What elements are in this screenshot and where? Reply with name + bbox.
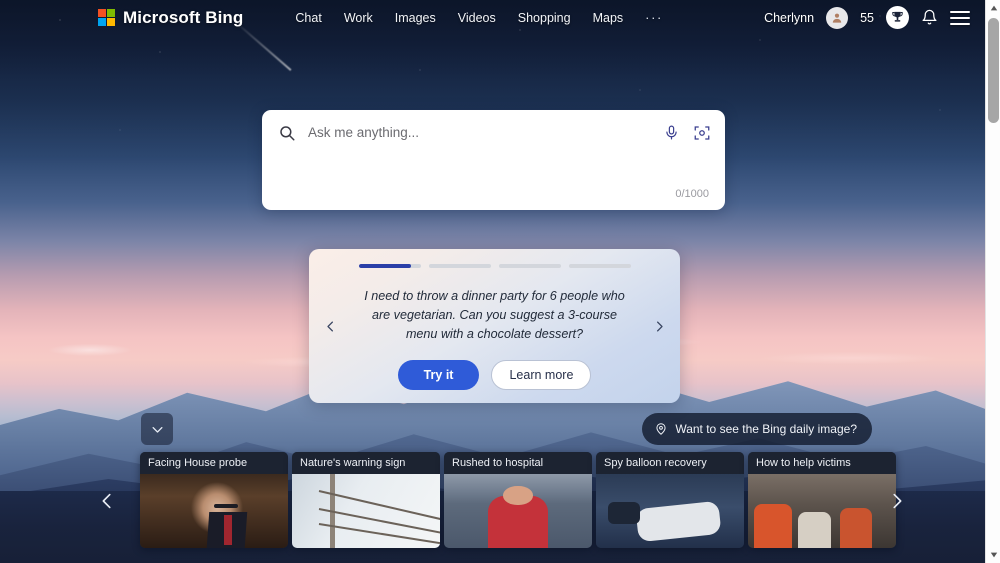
news-card-image: [444, 474, 592, 548]
nav-item-videos[interactable]: Videos: [458, 11, 496, 25]
news-card[interactable]: Facing House probe: [140, 452, 288, 548]
news-card-title: Facing House probe: [140, 452, 288, 474]
news-card-image: [292, 474, 440, 548]
main-nav: Chat Work Images Videos Shopping Maps ··…: [295, 10, 663, 25]
chevron-left-icon: [326, 321, 333, 331]
search-input[interactable]: [308, 125, 663, 140]
news-card[interactable]: Nature's warning sign: [292, 452, 440, 548]
progress-segment-4[interactable]: [568, 264, 631, 268]
microphone-icon: [666, 125, 677, 140]
news-card[interactable]: Spy balloon recovery: [596, 452, 744, 548]
search-box[interactable]: 0/1000: [262, 110, 725, 210]
avatar[interactable]: [826, 6, 849, 29]
person-icon: [832, 13, 842, 23]
news-card[interactable]: How to help victims: [748, 452, 896, 548]
search-icon: [280, 125, 295, 140]
news-card-image: [748, 474, 896, 548]
site-header: Microsoft Bing Chat Work Images Videos S…: [0, 0, 985, 35]
suggestion-card: I need to throw a dinner party for 6 peo…: [309, 249, 680, 403]
logo-text: Microsoft Bing: [123, 7, 244, 27]
news-card-image: [140, 474, 288, 548]
chevron-left-icon: [102, 493, 111, 509]
menu-button[interactable]: [950, 10, 970, 25]
suggestion-prompt-text: I need to throw a dinner party for 6 peo…: [364, 288, 625, 341]
location-pin-icon: [656, 423, 666, 435]
microsoft-logo-icon: [98, 9, 115, 26]
learn-more-button[interactable]: Learn more: [491, 359, 592, 390]
nav-item-work[interactable]: Work: [344, 11, 373, 25]
news-card-title: Nature's warning sign: [292, 452, 440, 474]
progress-segment-2[interactable]: [428, 264, 491, 268]
news-card-title: Spy balloon recovery: [596, 452, 744, 474]
suggestion-progress: [358, 264, 631, 268]
nav-item-maps[interactable]: Maps: [593, 11, 624, 25]
search-actions: [663, 124, 711, 142]
nav-item-images[interactable]: Images: [395, 11, 436, 25]
visual-search-button[interactable]: [693, 124, 711, 142]
news-card[interactable]: Rushed to hospital: [444, 452, 592, 548]
nav-item-chat[interactable]: Chat: [295, 11, 321, 25]
suggestion-next-button[interactable]: [648, 315, 670, 337]
scroll-down-button[interactable]: [986, 547, 1000, 563]
chevron-right-icon: [656, 321, 663, 331]
character-counter: 0/1000: [675, 188, 709, 200]
scroll-up-button[interactable]: [986, 0, 1000, 16]
trophy-icon: [892, 11, 903, 22]
suggestion-prev-button[interactable]: [319, 315, 341, 337]
triangle-up-icon: [990, 5, 997, 11]
bell-icon: [922, 9, 937, 25]
daily-image-label: Want to see the Bing daily image?: [675, 422, 857, 436]
news-carousel: Facing House probe Nature's warning sign…: [140, 452, 896, 548]
chevron-right-icon: [893, 493, 902, 509]
search-row: [262, 110, 725, 155]
nav-item-shopping[interactable]: Shopping: [518, 11, 571, 25]
notifications-button[interactable]: [921, 9, 938, 26]
user-name: Cherlynn: [764, 10, 815, 25]
rewards-points: 55: [860, 10, 874, 25]
chevron-down-icon: [152, 426, 162, 433]
microphone-button[interactable]: [663, 124, 680, 141]
triangle-down-icon: [990, 552, 997, 558]
news-card-title: How to help victims: [748, 452, 896, 474]
progress-segment-3[interactable]: [498, 264, 561, 268]
header-right-cluster: Cherlynn 55: [764, 6, 970, 29]
news-card-title: Rushed to hospital: [444, 452, 592, 474]
suggestion-actions: Try it Learn more: [397, 359, 592, 390]
news-prev-button[interactable]: [90, 484, 124, 518]
page-scrollbar[interactable]: [985, 0, 1000, 563]
try-it-button[interactable]: Try it: [397, 359, 480, 390]
nav-more-button[interactable]: ···: [645, 10, 663, 25]
bing-logo[interactable]: Microsoft Bing: [98, 8, 243, 28]
news-next-button[interactable]: [880, 484, 914, 518]
progress-segment-1[interactable]: [358, 264, 421, 268]
hamburger-icon: [950, 10, 970, 25]
daily-image-button[interactable]: Want to see the Bing daily image?: [642, 413, 872, 445]
rewards-button[interactable]: [886, 6, 909, 29]
news-card-image: [596, 474, 744, 548]
bing-homepage: Microsoft Bing Chat Work Images Videos S…: [0, 0, 1000, 563]
scrollbar-thumb[interactable]: [988, 18, 999, 123]
collapse-feed-button[interactable]: [141, 413, 173, 445]
visual-search-icon: [694, 125, 710, 140]
